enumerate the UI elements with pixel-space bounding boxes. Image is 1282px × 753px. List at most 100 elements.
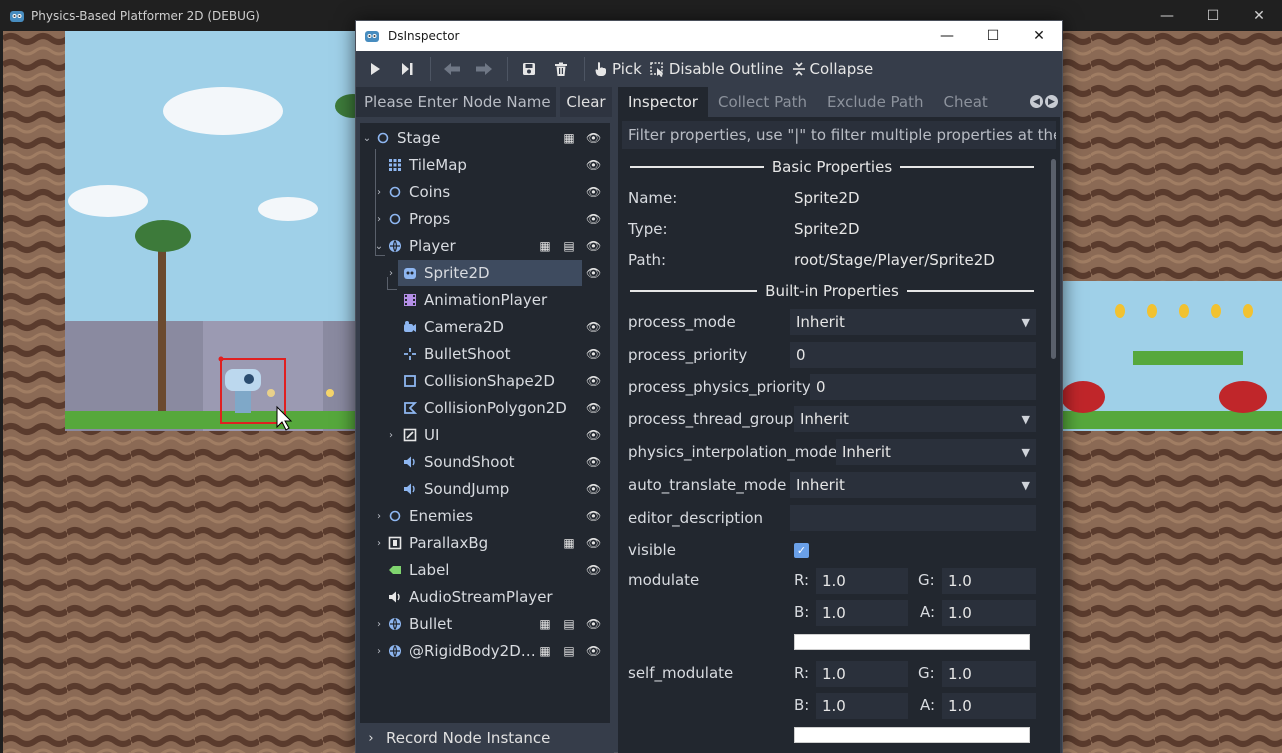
visibility-eye-icon[interactable]: 👁 [586, 644, 601, 658]
process-physics-priority-input[interactable]: 0 [810, 374, 1036, 400]
physics-interpolation-mode-select[interactable]: Inherit ▼ [836, 439, 1036, 465]
tree-row-props[interactable]: › Props 👁 [360, 206, 610, 232]
tree-row-soundjump[interactable]: SoundJump 👁 [360, 476, 610, 502]
visibility-eye-icon[interactable]: 👁 [586, 158, 601, 172]
modulate-g-input[interactable]: 1.0 [942, 568, 1036, 594]
script-icon[interactable]: ▤ [562, 617, 576, 631]
expand-arrow-icon[interactable]: › [373, 511, 385, 522]
scene-instance-icon[interactable]: ▦ [562, 131, 576, 145]
modulate-a-input[interactable]: 1.0 [942, 600, 1036, 626]
tab-scroll-left-icon[interactable]: ◀ [1030, 95, 1043, 108]
tree-row-soundshoot[interactable]: SoundShoot 👁 [360, 449, 610, 475]
tab-cheat[interactable]: Cheat [934, 87, 998, 117]
tree-row-bulletshoot[interactable]: BulletShoot 👁 [360, 341, 610, 367]
visibility-eye-icon[interactable]: 👁 [586, 509, 601, 523]
process-mode-select[interactable]: Inherit ▼ [790, 309, 1036, 335]
process-priority-input[interactable]: 0 [790, 342, 1036, 368]
collapse-arrow-icon[interactable]: ⌄ [373, 241, 385, 252]
tab-collect-path[interactable]: Collect Path [708, 87, 817, 117]
scene-instance-icon[interactable]: ▦ [538, 239, 552, 253]
record-node-instance-toggle[interactable]: › Record Node Instance [356, 723, 614, 753]
scene-instance-icon[interactable]: ▦ [538, 644, 552, 658]
script-icon[interactable]: ▤ [562, 239, 576, 253]
visibility-eye-icon[interactable]: 👁 [586, 455, 601, 469]
scene-tree[interactable]: ⌄ Stage ▦ 👁 TileMap 👁 › Coins 👁 › Props … [360, 123, 610, 723]
tree-row-tilemap[interactable]: TileMap 👁 [360, 152, 610, 178]
visibility-eye-icon[interactable]: 👁 [586, 617, 601, 631]
self-modulate-r-input[interactable]: 1.0 [816, 661, 908, 687]
scene-instance-icon[interactable]: ▦ [562, 536, 576, 550]
inspector-titlebar[interactable]: DsInspector — ☐ ✕ [356, 21, 1062, 51]
expand-arrow-icon[interactable]: › [373, 538, 385, 549]
self-modulate-a-input[interactable]: 1.0 [942, 693, 1036, 719]
game-maximize-button[interactable]: ☐ [1190, 0, 1236, 31]
tree-row-sprite2d[interactable]: › Sprite2D 👁 [360, 260, 610, 286]
visibility-eye-icon[interactable]: 👁 [586, 131, 601, 145]
inspector-close-button[interactable]: ✕ [1016, 21, 1062, 51]
tree-row-ui[interactable]: › UI 👁 [360, 422, 610, 448]
modulate-color-swatch[interactable] [794, 634, 1030, 650]
visibility-eye-icon[interactable]: 👁 [586, 536, 601, 550]
visibility-eye-icon[interactable]: 👁 [586, 266, 601, 280]
expand-arrow-icon[interactable]: › [373, 214, 385, 225]
expand-arrow-icon[interactable]: › [373, 187, 385, 198]
tree-row-collisionpolygon2d[interactable]: CollisionPolygon2D 👁 [360, 395, 610, 421]
visibility-eye-icon[interactable]: 👁 [586, 212, 601, 226]
tree-row-bullet[interactable]: › Bullet ▦ ▤ 👁 [360, 611, 610, 637]
expand-arrow-icon[interactable]: › [373, 619, 385, 630]
visibility-eye-icon[interactable]: 👁 [586, 185, 601, 199]
tree-row-coins[interactable]: › Coins 👁 [360, 179, 610, 205]
tree-row-animationplayer[interactable]: AnimationPlayer [360, 287, 610, 313]
expand-arrow-icon[interactable]: › [385, 430, 397, 441]
tree-row-stage[interactable]: ⌄ Stage ▦ 👁 [360, 125, 610, 151]
inspector-minimize-button[interactable]: — [924, 21, 970, 51]
inspector-maximize-button[interactable]: ☐ [970, 21, 1016, 51]
save-button[interactable] [514, 54, 544, 84]
tree-row-label[interactable]: Label 👁 [360, 557, 610, 583]
editor-description-input[interactable] [790, 505, 1036, 531]
self-modulate-g-input[interactable]: 1.0 [942, 661, 1036, 687]
visibility-eye-icon[interactable]: 👁 [586, 320, 601, 334]
game-minimize-button[interactable]: — [1144, 0, 1190, 31]
tree-row-audiostreamplayer[interactable]: AudioStreamPlayer [360, 584, 610, 610]
visibility-eye-icon[interactable]: 👁 [586, 428, 601, 442]
collapse-arrow-icon[interactable]: ⌄ [361, 133, 373, 144]
tree-row-rigidbody2d[interactable]: › @RigidBody2D… ▦ ▤ 👁 [360, 638, 610, 664]
properties-scrollbar[interactable] [1051, 159, 1056, 359]
visible-checkbox[interactable]: ✓ [794, 543, 809, 558]
tab-scroll-right-icon[interactable]: ▶ [1045, 95, 1058, 108]
filter-properties-input[interactable] [622, 121, 1056, 149]
tree-row-camera2d[interactable]: Camera2D 👁 [360, 314, 610, 340]
auto-translate-mode-select[interactable]: Inherit ▼ [790, 472, 1036, 498]
visibility-eye-icon[interactable]: 👁 [586, 239, 601, 253]
script-icon[interactable]: ▤ [562, 644, 576, 658]
modulate-b-input[interactable]: 1.0 [816, 600, 908, 626]
tab-exclude-path[interactable]: Exclude Path [817, 87, 933, 117]
pick-button[interactable]: Pick [591, 54, 645, 84]
play-button[interactable] [360, 54, 390, 84]
forward-button[interactable] [469, 54, 499, 84]
game-close-button[interactable]: ✕ [1236, 0, 1282, 31]
expand-arrow-icon[interactable]: › [385, 268, 397, 279]
tree-row-collisionshape2d[interactable]: CollisionShape2D 👁 [360, 368, 610, 394]
collapse-button[interactable]: Collapse [789, 54, 877, 84]
tree-row-player[interactable]: ⌄ Player ▦ ▤ 👁 [360, 233, 610, 259]
expand-arrow-icon[interactable]: › [373, 646, 385, 657]
visibility-eye-icon[interactable]: 👁 [586, 347, 601, 361]
visibility-eye-icon[interactable]: 👁 [586, 482, 601, 496]
self-modulate-color-swatch[interactable] [794, 727, 1030, 743]
process-thread-group-select[interactable]: Inherit ▼ [794, 406, 1036, 432]
delete-button[interactable] [546, 54, 576, 84]
clear-button[interactable]: Clear [560, 87, 612, 117]
node-search-input[interactable] [356, 87, 556, 117]
modulate-r-input[interactable]: 1.0 [816, 568, 908, 594]
back-button[interactable] [437, 54, 467, 84]
disable-outline-button[interactable]: Disable Outline [647, 54, 787, 84]
step-button[interactable] [392, 54, 422, 84]
self-modulate-b-input[interactable]: 1.0 [816, 693, 908, 719]
tab-inspector[interactable]: Inspector [618, 87, 708, 117]
scene-instance-icon[interactable]: ▦ [538, 617, 552, 631]
tree-row-enemies[interactable]: › Enemies 👁 [360, 503, 610, 529]
visibility-eye-icon[interactable]: 👁 [586, 401, 601, 415]
visibility-eye-icon[interactable]: 👁 [586, 374, 601, 388]
